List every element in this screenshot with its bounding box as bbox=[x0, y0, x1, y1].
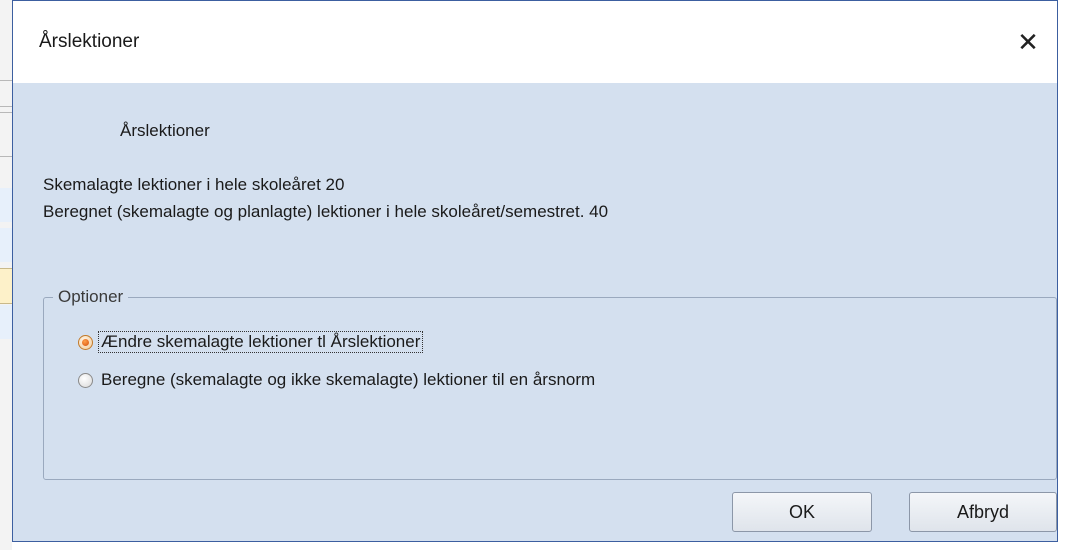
background-divider bbox=[0, 112, 12, 113]
title-bar: Årslektioner ✕ bbox=[13, 1, 1057, 83]
background-divider bbox=[0, 156, 12, 157]
background-row bbox=[0, 188, 12, 222]
background-row bbox=[0, 305, 12, 339]
radio-selected-icon[interactable] bbox=[78, 334, 93, 350]
close-button[interactable]: ✕ bbox=[999, 13, 1057, 71]
option-calculate-norm-radio[interactable]: Beregne (skemalagte og ikke skemalagte) … bbox=[78, 370, 597, 390]
cancel-button[interactable]: Afbryd bbox=[909, 492, 1057, 532]
option-calculate-norm-label[interactable]: Beregne (skemalagte og ikke skemalagte) … bbox=[99, 370, 597, 390]
dialog-heading: Årslektioner bbox=[120, 121, 210, 140]
dialog-title: Årslektioner bbox=[39, 31, 140, 52]
background-divider bbox=[0, 106, 12, 107]
background-row bbox=[0, 228, 12, 262]
options-group-label: Optioner bbox=[53, 287, 129, 307]
option-change-scheduled-label[interactable]: Ændre skemalagte lektioner tl Årslektion… bbox=[97, 331, 424, 353]
radio-unselected-icon[interactable] bbox=[78, 372, 93, 388]
option-change-scheduled-radio[interactable]: Ændre skemalagte lektioner tl Årslektion… bbox=[78, 331, 424, 353]
close-icon: ✕ bbox=[1017, 26, 1039, 57]
background-divider bbox=[0, 80, 12, 81]
ok-button[interactable]: OK bbox=[732, 492, 872, 532]
background-row-selected bbox=[0, 268, 12, 304]
arslektioner-dialog: Årslektioner ✕ Årslektioner Skemalagte l… bbox=[12, 0, 1058, 542]
calculated-lessons-text: Beregnet (skemalagte og planlagte) lekti… bbox=[43, 202, 609, 221]
scheduled-lessons-text: Skemalagte lektioner i hele skoleåret 20 bbox=[43, 175, 345, 194]
